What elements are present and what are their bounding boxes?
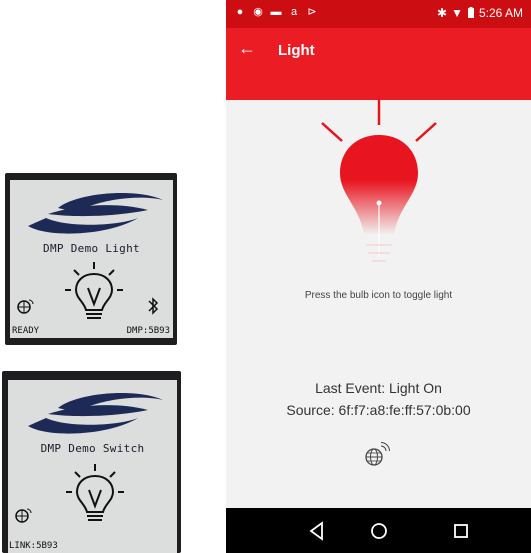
notification-icon: ⊳ <box>307 6 317 18</box>
recents-nav-icon[interactable] <box>448 518 474 544</box>
page-title: Light <box>278 42 315 59</box>
app-bar: ← Light <box>226 28 531 100</box>
status-bar: ● ◉ ▬ a ⊳ ✱ ▼ 5:26 AM <box>226 0 531 28</box>
notification-icon: ● <box>236 6 244 18</box>
notification-icon: a <box>290 6 298 18</box>
lcd-light-photo: DMP Demo Light READY DMP:5B93 <box>5 173 177 345</box>
lcd-switch-screen: DMP Demo Switch LINK:5B93 <box>8 380 177 553</box>
source-value: 6f:f7:a8:fe:ff:57:0b:00 <box>338 402 471 418</box>
last-event-value: Light On <box>389 380 442 396</box>
lcd-network-icon <box>17 299 34 314</box>
lcd-bulb-icon <box>66 464 124 521</box>
lcd-switch-title: DMP Demo Switch <box>40 442 145 455</box>
source-label: Source: <box>286 402 335 418</box>
notification-icon: ▬ <box>270 6 282 18</box>
status-system-icons: ✱ ▼ 5:26 AM <box>437 6 523 20</box>
home-nav-icon[interactable] <box>366 518 392 544</box>
lcd-light-screen: DMP Demo Light READY DMP:5B93 <box>10 180 173 338</box>
lcd-network-icon <box>15 508 32 523</box>
wifi-icon: ▼ <box>451 6 463 20</box>
lcd-bluetooth-icon <box>148 297 159 315</box>
toggle-instruction: Press the bulb icon to toggle light <box>304 290 453 301</box>
silabs-logo <box>28 393 163 434</box>
lcd-light-status-right: DMP:5B93 <box>126 326 170 336</box>
back-arrow-icon[interactable]: ← <box>238 38 256 59</box>
status-time: 5:26 AM <box>478 6 523 20</box>
notification-icon: ◉ <box>253 6 263 18</box>
last-event-label: Last Event: <box>315 380 386 396</box>
back-nav-icon[interactable] <box>304 518 330 544</box>
source-text: Source: 6f:f7:a8:fe:ff:57:0b:00 <box>226 402 531 418</box>
network-icon <box>365 442 390 466</box>
bulb-icon[interactable] <box>304 95 454 275</box>
lcd-switch-photo: DMP Demo Switch LINK:5B93 <box>2 371 181 553</box>
silabs-logo <box>28 193 163 234</box>
phone-screen: ● ◉ ▬ a ⊳ ✱ ▼ 5:26 AM ← Light Press the … <box>226 0 531 553</box>
bluetooth-icon: ✱ <box>437 6 448 20</box>
battery-icon <box>467 7 474 18</box>
navigation-bar <box>226 508 531 553</box>
lcd-light-status-left: READY <box>12 326 40 336</box>
lcd-switch-status-left: LINK:5B93 <box>9 541 58 551</box>
last-event-text: Last Event: Light On <box>226 380 531 396</box>
lcd-light-title: DMP Demo Light <box>43 242 140 255</box>
status-notification-icons: ● ◉ ▬ a ⊳ <box>234 6 318 18</box>
lcd-bulb-icon <box>65 262 123 319</box>
